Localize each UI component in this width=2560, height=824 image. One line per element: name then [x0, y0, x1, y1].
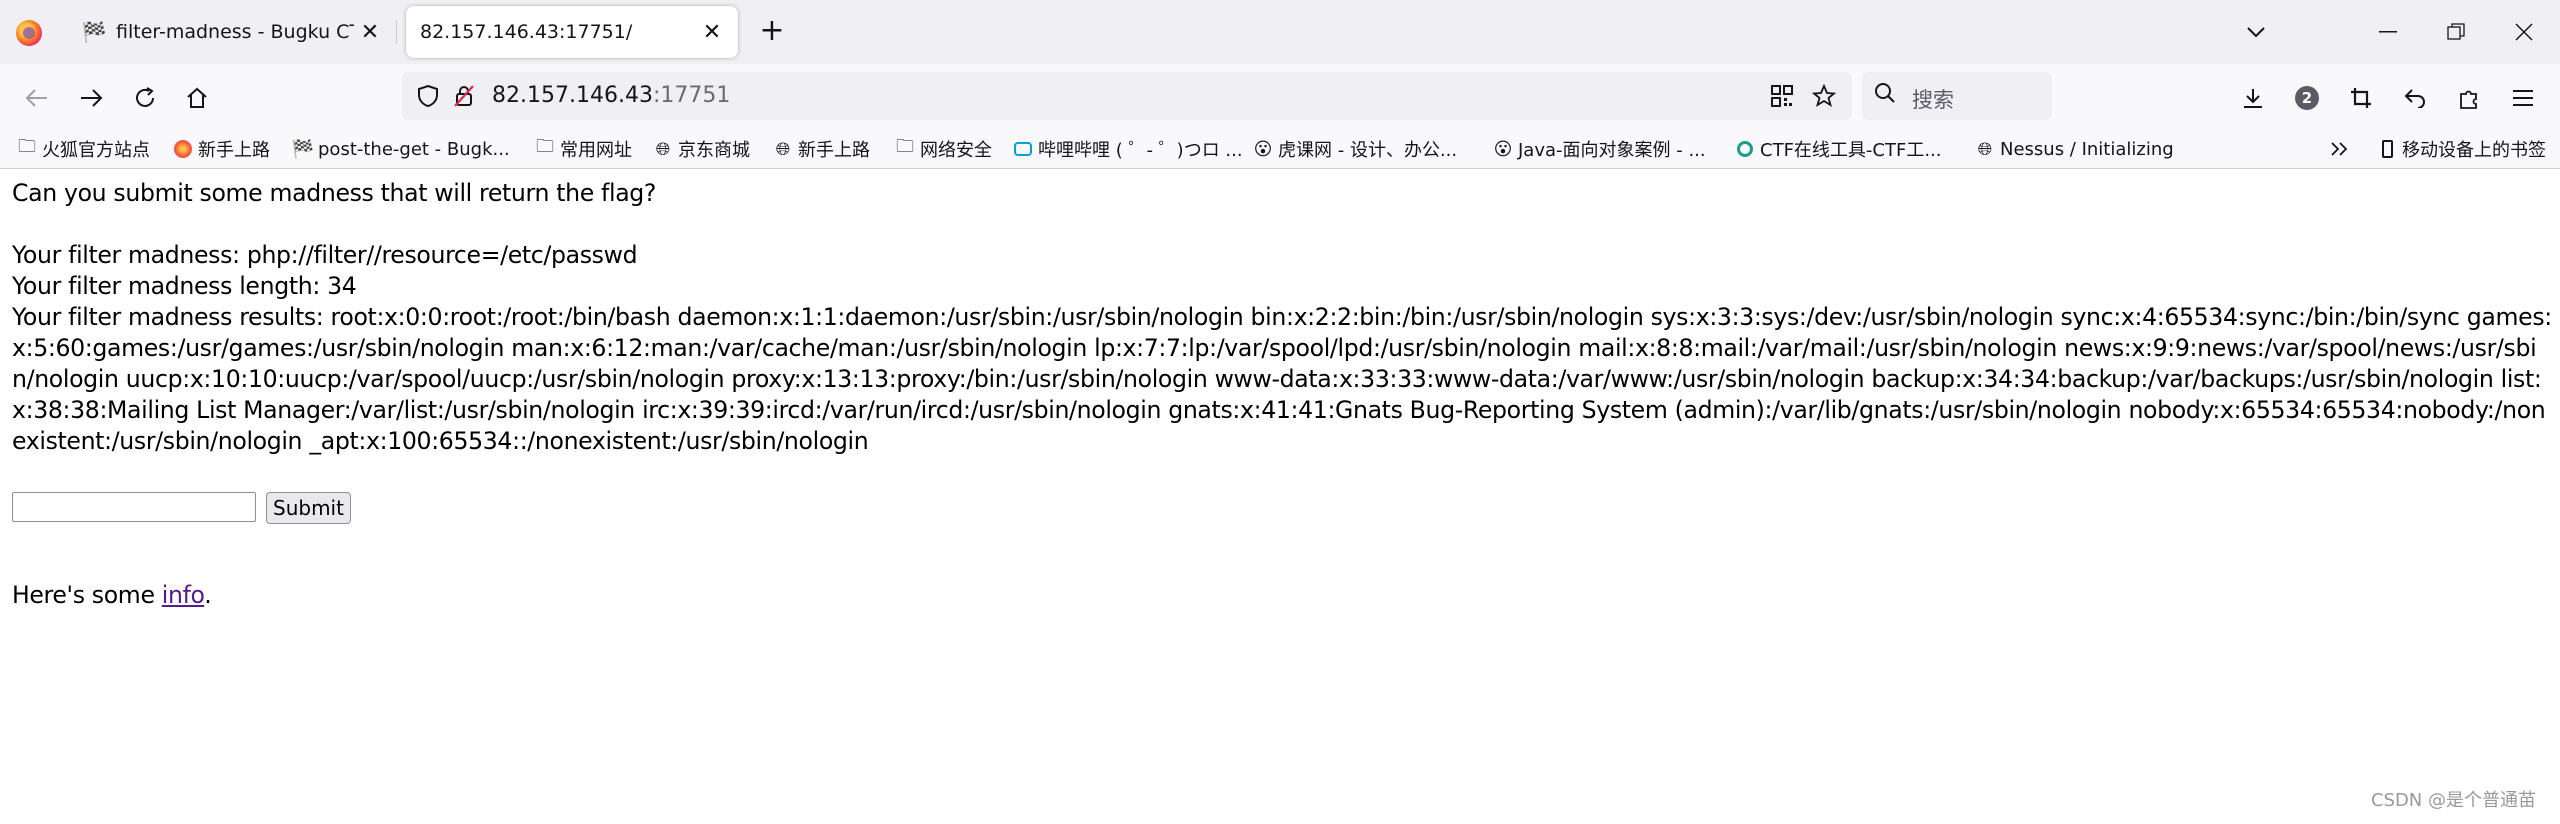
list-all-tabs-icon[interactable]	[2236, 14, 2276, 50]
bookmark-label: 新手上路	[798, 140, 870, 161]
bilibili-icon	[1012, 138, 1034, 160]
bookmark-item[interactable]: 🗀 网络安全	[894, 134, 992, 164]
address-bar[interactable]: 82.157.146.43:17751	[402, 72, 1852, 120]
filter-results-line: Your filter madness results: root:x:0:0:…	[12, 303, 2552, 455]
bookmark-item[interactable]: 🗀 常用网址	[534, 134, 632, 164]
bookmark-item[interactable]: 哔哩哔哩 ( ゜- ゜)つロ ...	[1012, 134, 1243, 164]
extensions-puzzle-icon[interactable]	[2450, 80, 2488, 116]
back-button[interactable]	[18, 80, 56, 116]
app-menu-icon[interactable]	[2504, 80, 2542, 116]
bookmark-star-icon[interactable]	[1810, 82, 1838, 110]
url-host: 82.157.146.43	[492, 83, 653, 108]
tab-filter-madness[interactable]: 🏁 filter-madness - Bugku CTF ✕	[66, 6, 396, 58]
close-window-button[interactable]	[2504, 14, 2544, 50]
bookmark-label: post-the-get - Bugk...	[318, 138, 510, 160]
search-icon	[1874, 82, 1896, 110]
bookmark-item[interactable]: 🌐︎ 新手上路	[772, 134, 870, 164]
undo-arrow-icon[interactable]	[2396, 80, 2434, 116]
info-prefix: Here's some	[12, 581, 162, 609]
bookmark-label: 京东商城	[678, 140, 750, 161]
navigation-toolbar: 82.157.146.43:17751 搜索 2	[0, 64, 2560, 130]
bookmark-label: Java-面向对象案例 - ...	[1518, 140, 1706, 161]
filter-length-line: Your filter madness length: 34	[12, 272, 357, 300]
home-button[interactable]	[178, 80, 216, 116]
search-box[interactable]: 搜索	[1862, 72, 2052, 120]
tab-divider	[396, 20, 397, 44]
filter-madness-line: Your filter madness: php://filter//resou…	[12, 241, 638, 269]
tab-title: filter-madness - Bugku CTF	[116, 21, 354, 43]
ctf-icon	[1734, 138, 1756, 160]
globe-icon: 🌐︎	[1977, 138, 1993, 160]
bookmarks-toolbar: 🗀 火狐官方站点 新手上路 🏁 post-the-get - Bugk... 🗀 常用…	[0, 130, 2560, 169]
bookmark-item[interactable]: 😮 虎课网 - 设计、办公...	[1252, 134, 1458, 164]
forward-button[interactable]	[72, 80, 110, 116]
csdn-watermark: CSDN @是个普通苗	[2370, 790, 2536, 811]
bookmark-label: 常用网址	[560, 140, 632, 161]
mobile-bookmarks-label: 移动设备上的书签	[2402, 140, 2546, 161]
downloads-icon[interactable]	[2234, 80, 2272, 116]
face-icon: 😮	[1253, 138, 1273, 160]
shield-icon[interactable]	[414, 82, 442, 110]
bookmark-label: 虎课网 - 设计、办公...	[1278, 140, 1458, 161]
page-content: Can you submit some madness that will re…	[12, 178, 2552, 457]
search-placeholder: 搜索	[1912, 88, 1954, 112]
bookmark-item[interactable]: 新手上路	[172, 134, 270, 164]
tab-active-url[interactable]: 82.157.146.43:17751/ ✕	[406, 6, 738, 58]
info-link[interactable]: info	[162, 581, 205, 609]
submit-button[interactable]: Submit	[266, 492, 351, 524]
url-port: :17751	[652, 83, 731, 108]
bookmark-item[interactable]: 😮 Java-面向对象案例 - ...	[1492, 134, 1706, 164]
bookmark-label: 新手上路	[198, 140, 270, 161]
bookmark-item[interactable]: 🌐︎ Nessus / Initializing	[1974, 134, 2174, 164]
mobile-bookmarks[interactable]: 移动设备上的书签	[2376, 134, 2546, 164]
tab-title: 82.157.146.43:17751/	[420, 21, 633, 43]
madness-input[interactable]	[12, 492, 256, 522]
flag-icon: 🏁	[291, 138, 315, 160]
face-icon: 😮	[1493, 138, 1513, 160]
bookmark-label: 哔哩哔哩 ( ゜- ゜)つロ ...	[1038, 140, 1243, 161]
reload-button[interactable]	[126, 80, 164, 116]
bookmark-item[interactable]: 🏁 post-the-get - Bugk...	[292, 134, 510, 164]
mobile-device-icon	[2376, 138, 2398, 160]
extensions-badge-button[interactable]: 2	[2288, 80, 2326, 116]
tab-strip: 🏁 filter-madness - Bugku CTF ✕ 82.157.14…	[0, 0, 2560, 64]
close-tab-icon[interactable]: ✕	[696, 16, 728, 48]
bookmark-label: Nessus / Initializing	[2000, 138, 2174, 160]
info-suffix: .	[204, 581, 212, 609]
page-prompt: Can you submit some madness that will re…	[12, 179, 657, 207]
folder-icon: 🗀	[896, 136, 914, 157]
screenshot-crop-icon[interactable]	[2342, 80, 2380, 116]
flag-icon: 🏁	[81, 20, 107, 44]
globe-icon: 🌐︎	[775, 138, 791, 160]
new-tab-button[interactable]: +	[756, 13, 788, 48]
bookmark-item[interactable]: 🗀 火狐官方站点	[16, 134, 150, 164]
bookmark-label: CTF在线工具-CTF工...	[1760, 140, 1942, 161]
url-text[interactable]: 82.157.146.43:17751	[492, 83, 730, 108]
qr-code-icon[interactable]	[1768, 82, 1796, 110]
info-line: Here's some info.	[12, 581, 212, 609]
restore-button[interactable]	[2436, 14, 2476, 50]
folder-icon: 🗀	[536, 136, 554, 157]
insecure-lock-icon[interactable]	[450, 82, 478, 110]
firefox-icon	[172, 138, 194, 160]
bookmark-item[interactable]: 🌐︎ 京东商城	[652, 134, 750, 164]
firefox-menu-icon[interactable]	[16, 20, 42, 46]
close-tab-icon[interactable]: ✕	[354, 16, 386, 48]
bookmark-label: 火狐官方站点	[42, 140, 150, 161]
more-bookmarks-chevron-icon[interactable]	[2330, 134, 2350, 164]
folder-icon: 🗀	[18, 136, 36, 157]
minimize-button[interactable]	[2368, 14, 2408, 50]
bookmark-item[interactable]: CTF在线工具-CTF工...	[1734, 134, 1942, 164]
globe-icon: 🌐︎	[655, 138, 671, 160]
bookmark-label: 网络安全	[920, 140, 992, 161]
extensions-badge: 2	[2295, 86, 2319, 110]
